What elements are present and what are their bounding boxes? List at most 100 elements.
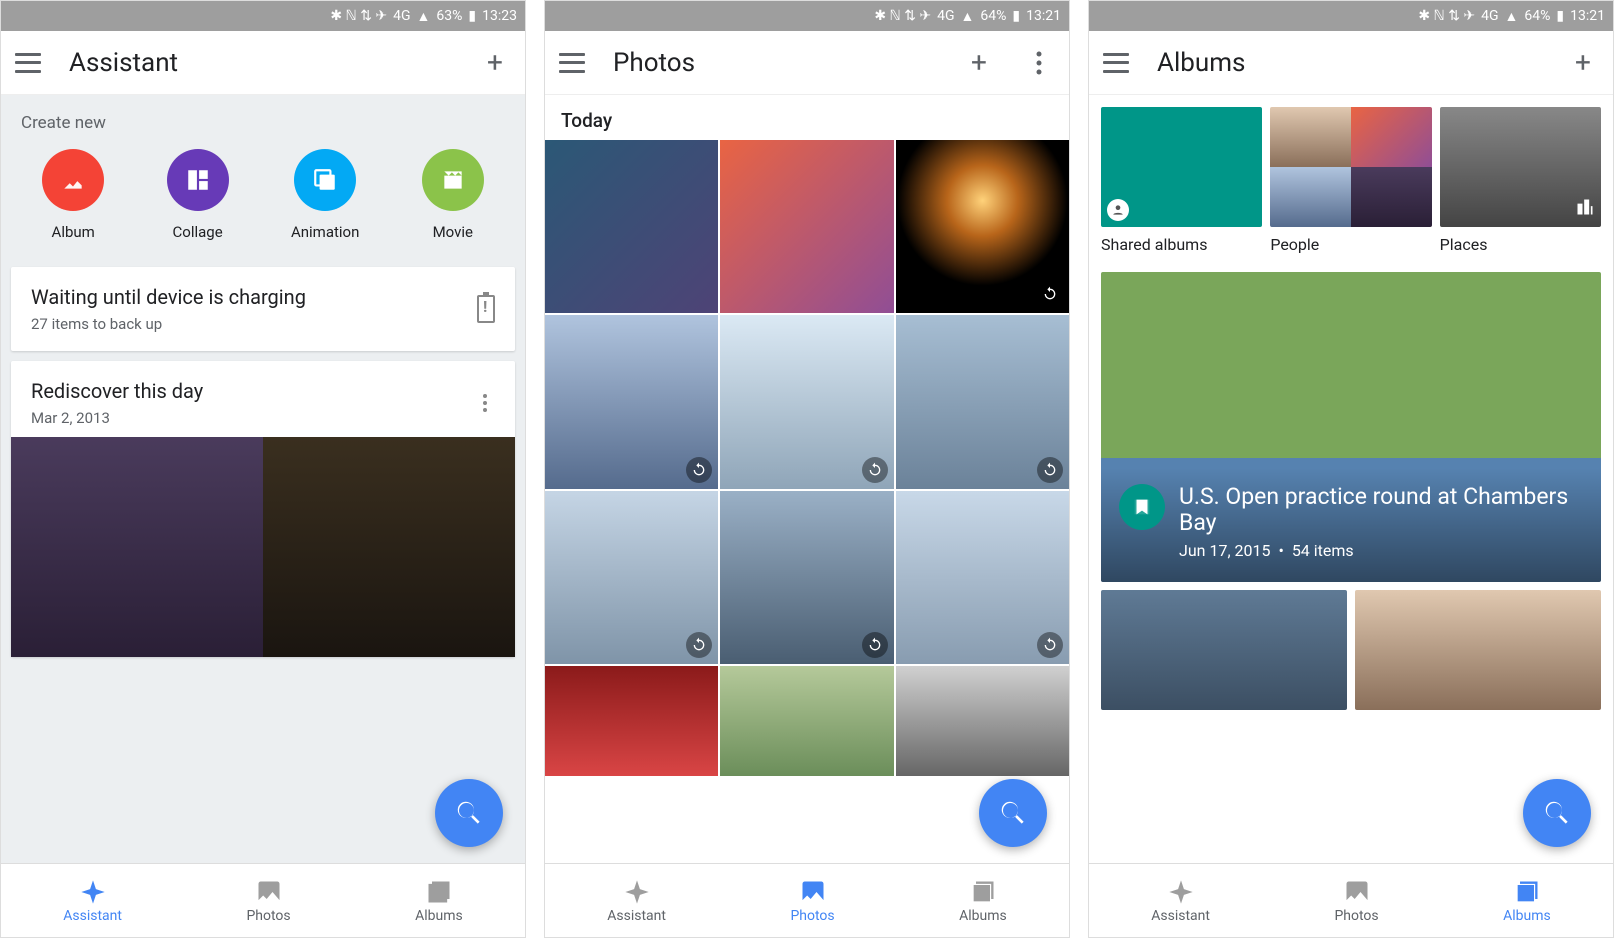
status-icons: ✱ ℕ ⇅ ✈ <box>1418 8 1475 24</box>
category-label: People <box>1270 235 1431 254</box>
sync-icon <box>1037 457 1063 483</box>
memory-date: Mar 2, 2013 <box>31 409 203 427</box>
content: Shared albums People Places <box>1089 95 1613 863</box>
status-net: 4G <box>937 8 954 24</box>
memory-thumb[interactable] <box>11 437 263 657</box>
status-bar: ✱ ℕ ⇅ ✈ 4G ▲ 64% ▮ 13:21 <box>545 1 1069 31</box>
search-fab[interactable] <box>979 779 1047 847</box>
featured-date: Jun 17, 2015 <box>1179 541 1271 560</box>
people-thumbnail <box>1270 107 1431 227</box>
create-animation[interactable]: Animation <box>291 149 359 241</box>
backup-title: Waiting until device is charging <box>31 285 306 309</box>
category-people[interactable]: People <box>1270 107 1431 254</box>
page-title: Assistant <box>69 48 451 78</box>
photo-thumb[interactable] <box>545 491 718 664</box>
sync-icon <box>1037 281 1063 307</box>
backup-status-card[interactable]: Waiting until device is charging 27 item… <box>11 267 515 351</box>
status-bar: ✱ ℕ ⇅ ✈ 4G ▲ 64% ▮ 13:21 <box>1089 1 1613 31</box>
category-shared-albums[interactable]: Shared albums <box>1101 107 1262 254</box>
bottom-nav: Assistant Photos Albums <box>545 863 1069 937</box>
nav-assistant-label: Assistant <box>607 908 666 924</box>
date-section-header: Today <box>545 95 1069 140</box>
album-thumb[interactable] <box>1355 590 1601 710</box>
nav-photos[interactable]: Photos <box>790 878 834 924</box>
page-title: Albums <box>1157 48 1539 78</box>
page-title: Photos <box>613 48 935 78</box>
nav-photos-label: Photos <box>246 908 290 924</box>
create-movie[interactable]: Movie <box>422 149 484 241</box>
status-battery: 64% <box>980 8 1006 24</box>
category-places[interactable]: Places <box>1440 107 1601 254</box>
screen-albums: ✱ ℕ ⇅ ✈ 4G ▲ 64% ▮ 13:21 Albums + Shared… <box>1088 0 1614 938</box>
memory-title: Rediscover this day <box>31 379 203 403</box>
movie-icon <box>422 149 484 211</box>
add-button[interactable]: + <box>963 47 995 79</box>
nav-photos[interactable]: Photos <box>246 878 290 924</box>
photo-thumb[interactable] <box>896 666 1069 776</box>
photo-thumb[interactable] <box>720 140 893 313</box>
bottom-nav: Assistant Photos Albums <box>1089 863 1613 937</box>
photo-grid <box>545 140 1069 776</box>
app-bar: Photos + <box>545 31 1069 95</box>
memory-thumb[interactable] <box>263 437 515 657</box>
animation-icon <box>294 149 356 211</box>
add-button[interactable]: + <box>479 47 511 79</box>
category-label: Shared albums <box>1101 235 1262 254</box>
album-thumb[interactable] <box>1101 590 1347 710</box>
app-bar: Albums + <box>1089 31 1613 95</box>
menu-icon[interactable] <box>1103 53 1129 73</box>
nav-assistant[interactable]: Assistant <box>63 878 122 924</box>
status-icons: ✱ ℕ ⇅ ✈ <box>330 8 387 24</box>
nav-assistant-label: Assistant <box>63 908 122 924</box>
create-row: Album Collage Animation Movie <box>1 143 525 267</box>
backup-subtitle: 27 items to back up <box>31 315 306 333</box>
photo-thumb[interactable] <box>896 491 1069 664</box>
photo-thumb[interactable] <box>896 140 1069 313</box>
menu-icon[interactable] <box>15 53 41 73</box>
create-new-label: Create new <box>1 95 525 143</box>
content: Create new Album Collage Animation <box>1 95 525 863</box>
photo-thumb[interactable] <box>545 666 718 776</box>
status-time: 13:21 <box>1570 8 1605 24</box>
sync-icon <box>862 457 888 483</box>
add-button[interactable]: + <box>1567 47 1599 79</box>
featured-meta: Jun 17, 2015 • 54 items <box>1179 541 1583 560</box>
nav-albums[interactable]: Albums <box>959 878 1007 924</box>
battery-alert-icon <box>477 295 495 323</box>
nav-assistant[interactable]: Assistant <box>1151 878 1210 924</box>
sync-icon <box>862 632 888 658</box>
photo-thumb[interactable] <box>720 315 893 488</box>
create-collage-label: Collage <box>173 223 223 241</box>
create-album[interactable]: Album <box>42 149 104 241</box>
content: Today <box>545 95 1069 863</box>
photo-thumb[interactable] <box>545 315 718 488</box>
create-collage[interactable]: Collage <box>167 149 229 241</box>
menu-icon[interactable] <box>559 53 585 73</box>
create-animation-label: Animation <box>291 223 359 241</box>
sync-icon <box>686 457 712 483</box>
nav-albums[interactable]: Albums <box>415 878 463 924</box>
photo-thumb[interactable] <box>896 315 1069 488</box>
nav-assistant[interactable]: Assistant <box>607 878 666 924</box>
memory-card[interactable]: Rediscover this day Mar 2, 2013 <box>11 361 515 657</box>
featured-title: U.S. Open practice round at Chambers Bay <box>1179 484 1583 537</box>
search-fab[interactable] <box>1523 779 1591 847</box>
featured-count: 54 items <box>1292 541 1354 560</box>
nav-albums[interactable]: Albums <box>1503 878 1551 924</box>
card-overflow-icon[interactable] <box>475 394 495 412</box>
memory-thumbnails <box>11 437 515 657</box>
bottom-nav: Assistant Photos Albums <box>1 863 525 937</box>
status-bar: ✱ ℕ ⇅ ✈ 4G ▲ 63% ▮ 13:23 <box>1 1 525 31</box>
sync-icon <box>686 632 712 658</box>
overflow-menu-icon[interactable] <box>1023 47 1055 79</box>
featured-album[interactable]: U.S. Open practice round at Chambers Bay… <box>1101 272 1601 582</box>
status-battery: 63% <box>436 8 462 24</box>
collage-icon <box>167 149 229 211</box>
photo-thumb[interactable] <box>720 491 893 664</box>
photo-thumb[interactable] <box>545 140 718 313</box>
photo-thumb[interactable] <box>720 666 893 776</box>
nav-photos[interactable]: Photos <box>1334 878 1378 924</box>
search-fab[interactable] <box>435 779 503 847</box>
album-row <box>1101 590 1601 710</box>
building-icon <box>1575 197 1595 221</box>
